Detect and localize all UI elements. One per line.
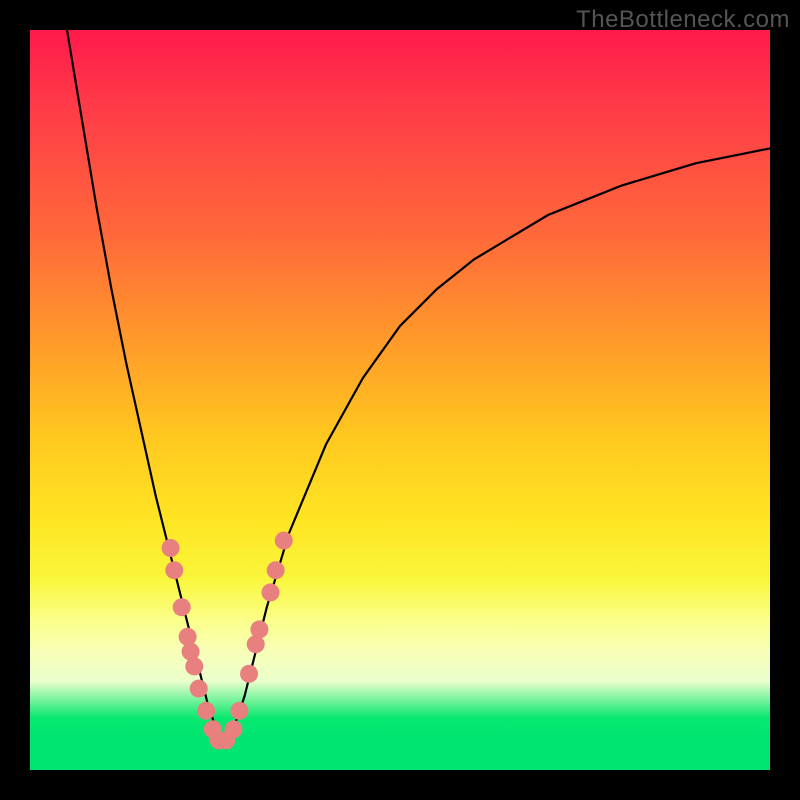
data-dot bbox=[225, 720, 243, 738]
data-dot bbox=[185, 657, 203, 675]
data-dot bbox=[230, 702, 248, 720]
data-dot bbox=[162, 539, 180, 557]
data-dot bbox=[250, 620, 268, 638]
plot-area bbox=[30, 30, 770, 770]
data-dot bbox=[165, 561, 183, 579]
data-dot bbox=[179, 628, 197, 646]
dots-group bbox=[162, 532, 293, 750]
data-dot bbox=[197, 702, 215, 720]
left-branch-path bbox=[67, 30, 222, 740]
data-dot bbox=[240, 665, 258, 683]
curve-group bbox=[67, 30, 770, 740]
data-dot bbox=[262, 583, 280, 601]
data-dot bbox=[190, 680, 208, 698]
data-dot bbox=[275, 532, 293, 550]
data-dot bbox=[267, 561, 285, 579]
right-branch-path bbox=[222, 148, 770, 740]
curve-svg bbox=[30, 30, 770, 770]
chart-frame: TheBottleneck.com bbox=[0, 0, 800, 800]
data-dot bbox=[173, 598, 191, 616]
